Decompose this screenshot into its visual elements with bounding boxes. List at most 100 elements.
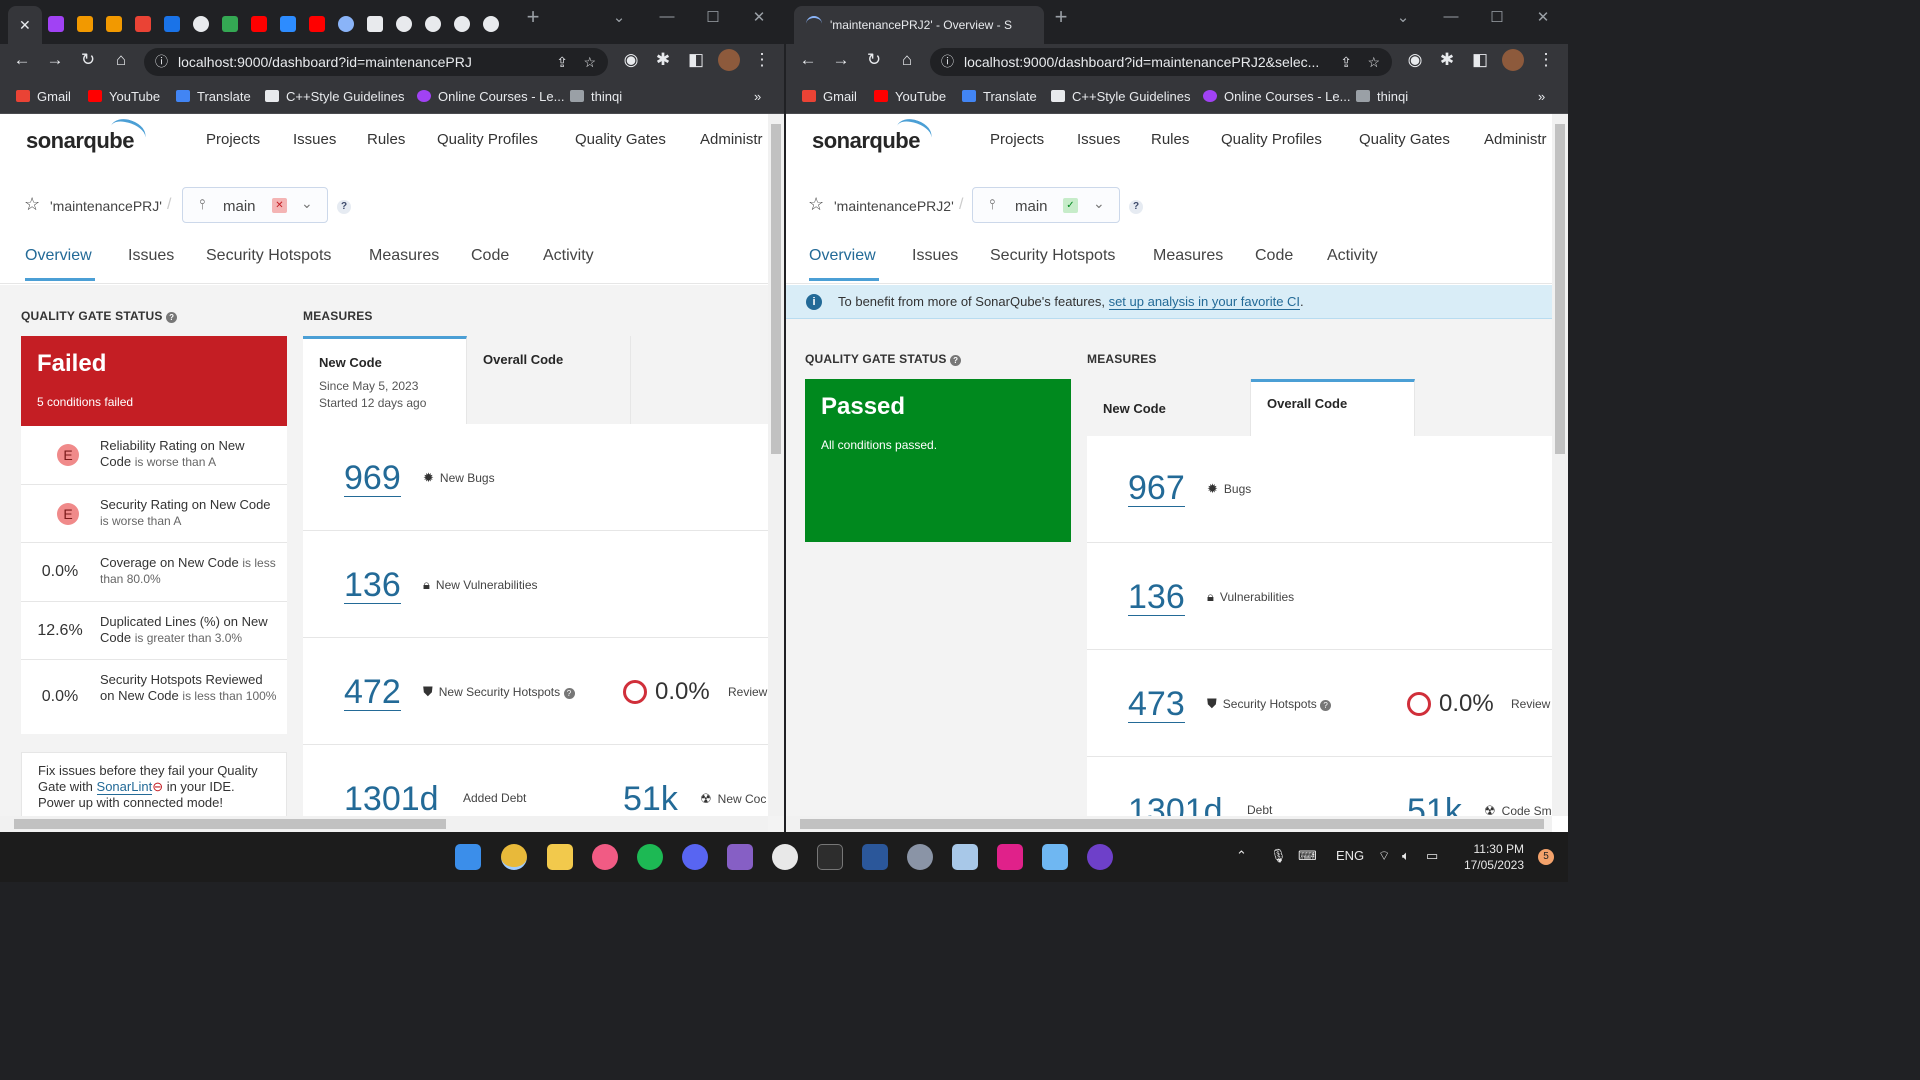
- gmail-tab-icon[interactable]: [135, 16, 151, 32]
- vertical-scrollbar[interactable]: [1552, 114, 1568, 816]
- bookmark-youtube[interactable]: YouTube: [874, 89, 946, 104]
- tab-favicon[interactable]: [222, 16, 238, 32]
- condition-row[interactable]: 12.6% Duplicated Lines (%) on New Code i…: [21, 602, 287, 660]
- tab-measures[interactable]: Measures: [369, 247, 439, 265]
- horizontal-scrollbar[interactable]: [786, 816, 1552, 832]
- vulnerabilities-value[interactable]: 136: [1128, 579, 1185, 616]
- nav-administration[interactable]: Administr: [700, 131, 763, 148]
- scrollbar-thumb[interactable]: [14, 819, 446, 829]
- tab-favicon[interactable]: [483, 16, 499, 32]
- nav-administration[interactable]: Administr: [1484, 131, 1547, 148]
- nav-projects[interactable]: Projects: [206, 131, 260, 148]
- nav-quality-gates[interactable]: Quality Gates: [575, 131, 666, 148]
- tab-favicon[interactable]: [106, 16, 122, 32]
- battery-icon[interactable]: ▭: [1426, 848, 1438, 864]
- tab-activity[interactable]: Activity: [1327, 247, 1378, 265]
- favorite-star-icon[interactable]: ☆: [808, 194, 824, 215]
- new-tab-button[interactable]: +: [1046, 4, 1076, 30]
- github-desktop-icon[interactable]: [1087, 844, 1113, 870]
- task-manager-icon[interactable]: [952, 844, 978, 870]
- site-info-icon[interactable]: ⓘ: [155, 48, 168, 76]
- added-debt-value[interactable]: 1301d: [344, 781, 439, 818]
- microphone-icon[interactable]: 🎙︎: [1270, 848, 1287, 864]
- hotspots-reviewed-value[interactable]: 0.0%: [655, 678, 710, 706]
- tab-overview[interactable]: Overview: [809, 247, 876, 265]
- tab-issues[interactable]: Issues: [128, 247, 174, 265]
- help-icon[interactable]: ?: [1129, 200, 1143, 214]
- bookmark-translate[interactable]: Translate: [176, 89, 251, 104]
- scrollbar-thumb[interactable]: [800, 819, 1544, 829]
- profile-avatar[interactable]: [1502, 49, 1524, 71]
- forward-icon[interactable]: →: [829, 50, 853, 70]
- bookmark-gmail[interactable]: Gmail: [802, 89, 857, 104]
- condition-row[interactable]: 0.0% Coverage on New Code is less than 8…: [21, 543, 287, 602]
- branch-selector[interactable]: ⫯ main ✓ ⌄: [972, 187, 1120, 223]
- wifi-icon[interactable]: ⌔: [1378, 848, 1390, 864]
- tab-code[interactable]: Code: [471, 247, 509, 265]
- keyboard-icon[interactable]: ⌨: [1298, 848, 1317, 864]
- side-panel-icon[interactable]: ◧: [684, 50, 708, 70]
- bookmark-cpp-style[interactable]: C++Style Guidelines: [1051, 89, 1191, 104]
- app-icon[interactable]: [772, 844, 798, 870]
- tab-search-icon[interactable]: ⌄: [604, 8, 634, 26]
- tab-security-hotspots[interactable]: Security Hotspots: [990, 247, 1115, 265]
- word-icon[interactable]: [862, 844, 888, 870]
- menu-kebab-icon[interactable]: ⋮: [1534, 50, 1558, 70]
- help-icon[interactable]: ?: [337, 200, 351, 214]
- reload-icon[interactable]: ↻: [862, 50, 886, 70]
- itunes-icon[interactable]: [592, 844, 618, 870]
- bookmark-thinqi[interactable]: thinqi: [1356, 89, 1408, 104]
- nav-issues[interactable]: Issues: [293, 131, 336, 148]
- github-tab-icon[interactable]: [454, 16, 470, 32]
- setup-ci-link[interactable]: set up analysis in your favorite CI: [1108, 294, 1301, 310]
- side-panel-icon[interactable]: ◧: [1468, 50, 1492, 70]
- discord-icon[interactable]: [682, 844, 708, 870]
- project-name[interactable]: 'maintenancePRJ2': [834, 198, 954, 214]
- menu-kebab-icon[interactable]: ⋮: [750, 50, 774, 70]
- branch-selector[interactable]: ⫯ main ✕ ⌄: [182, 187, 328, 223]
- start-menu-icon[interactable]: [455, 844, 481, 870]
- share-icon[interactable]: ⇪: [556, 48, 568, 76]
- nav-projects[interactable]: Projects: [990, 131, 1044, 148]
- system-clock[interactable]: 11:30 PM 17/05/2023: [1464, 841, 1524, 873]
- nav-quality-profiles[interactable]: Quality Profiles: [1221, 131, 1322, 148]
- bookmark-online-courses[interactable]: Online Courses - Le...: [1203, 89, 1350, 104]
- forward-icon[interactable]: →: [43, 50, 67, 70]
- condition-row[interactable]: E Security Rating on New Code is worse t…: [21, 485, 287, 543]
- nav-quality-profiles[interactable]: Quality Profiles: [437, 131, 538, 148]
- scrollbar-thumb[interactable]: [771, 124, 781, 454]
- help-icon[interactable]: ?: [1320, 700, 1332, 711]
- address-bar[interactable]: ⓘ localhost:9000/dashboard?id=maintenanc…: [930, 48, 1392, 76]
- profile-avatar[interactable]: [718, 49, 740, 71]
- more-bookmarks-icon[interactable]: »: [1538, 89, 1545, 104]
- bookmark-cpp-style[interactable]: C++Style Guidelines: [265, 89, 405, 104]
- tab-overview[interactable]: Overview: [25, 247, 92, 265]
- extensions-puzzle-icon[interactable]: ✱: [651, 50, 675, 70]
- bookmark-gmail[interactable]: Gmail: [16, 89, 71, 104]
- horizontal-scrollbar[interactable]: [0, 816, 768, 832]
- sonarlint-link[interactable]: SonarLint: [96, 779, 153, 795]
- extension-icon[interactable]: ◉: [1403, 50, 1427, 70]
- nav-rules[interactable]: Rules: [1151, 131, 1189, 148]
- language-indicator[interactable]: ENG: [1336, 848, 1364, 863]
- vertical-scrollbar[interactable]: [768, 114, 784, 816]
- condition-row[interactable]: 0.0% Security Hotspots Reviewed on New C…: [21, 660, 287, 734]
- file-explorer-icon[interactable]: [547, 844, 573, 870]
- more-bookmarks-icon[interactable]: »: [754, 89, 761, 104]
- new-bugs-value[interactable]: 969: [344, 460, 401, 497]
- new-tab-button[interactable]: +: [518, 4, 548, 30]
- favorite-star-icon[interactable]: ☆: [24, 194, 40, 215]
- minimize-button[interactable]: —: [652, 8, 682, 25]
- close-window-button[interactable]: ✕: [1528, 8, 1558, 26]
- notification-badge[interactable]: 5: [1538, 849, 1554, 865]
- nav-quality-gates[interactable]: Quality Gates: [1359, 131, 1450, 148]
- tab-issues[interactable]: Issues: [912, 247, 958, 265]
- show-hidden-icons[interactable]: ⌃: [1236, 848, 1247, 864]
- youtube-tab-icon[interactable]: [251, 16, 267, 32]
- tab-new-code[interactable]: New Code: [1087, 379, 1251, 436]
- help-icon[interactable]: ?: [563, 688, 575, 699]
- bookmark-online-courses[interactable]: Online Courses - Le...: [417, 89, 564, 104]
- nav-issues[interactable]: Issues: [1077, 131, 1120, 148]
- tab-favicon[interactable]: [193, 16, 209, 32]
- new-vulnerabilities-value[interactable]: 136: [344, 567, 401, 604]
